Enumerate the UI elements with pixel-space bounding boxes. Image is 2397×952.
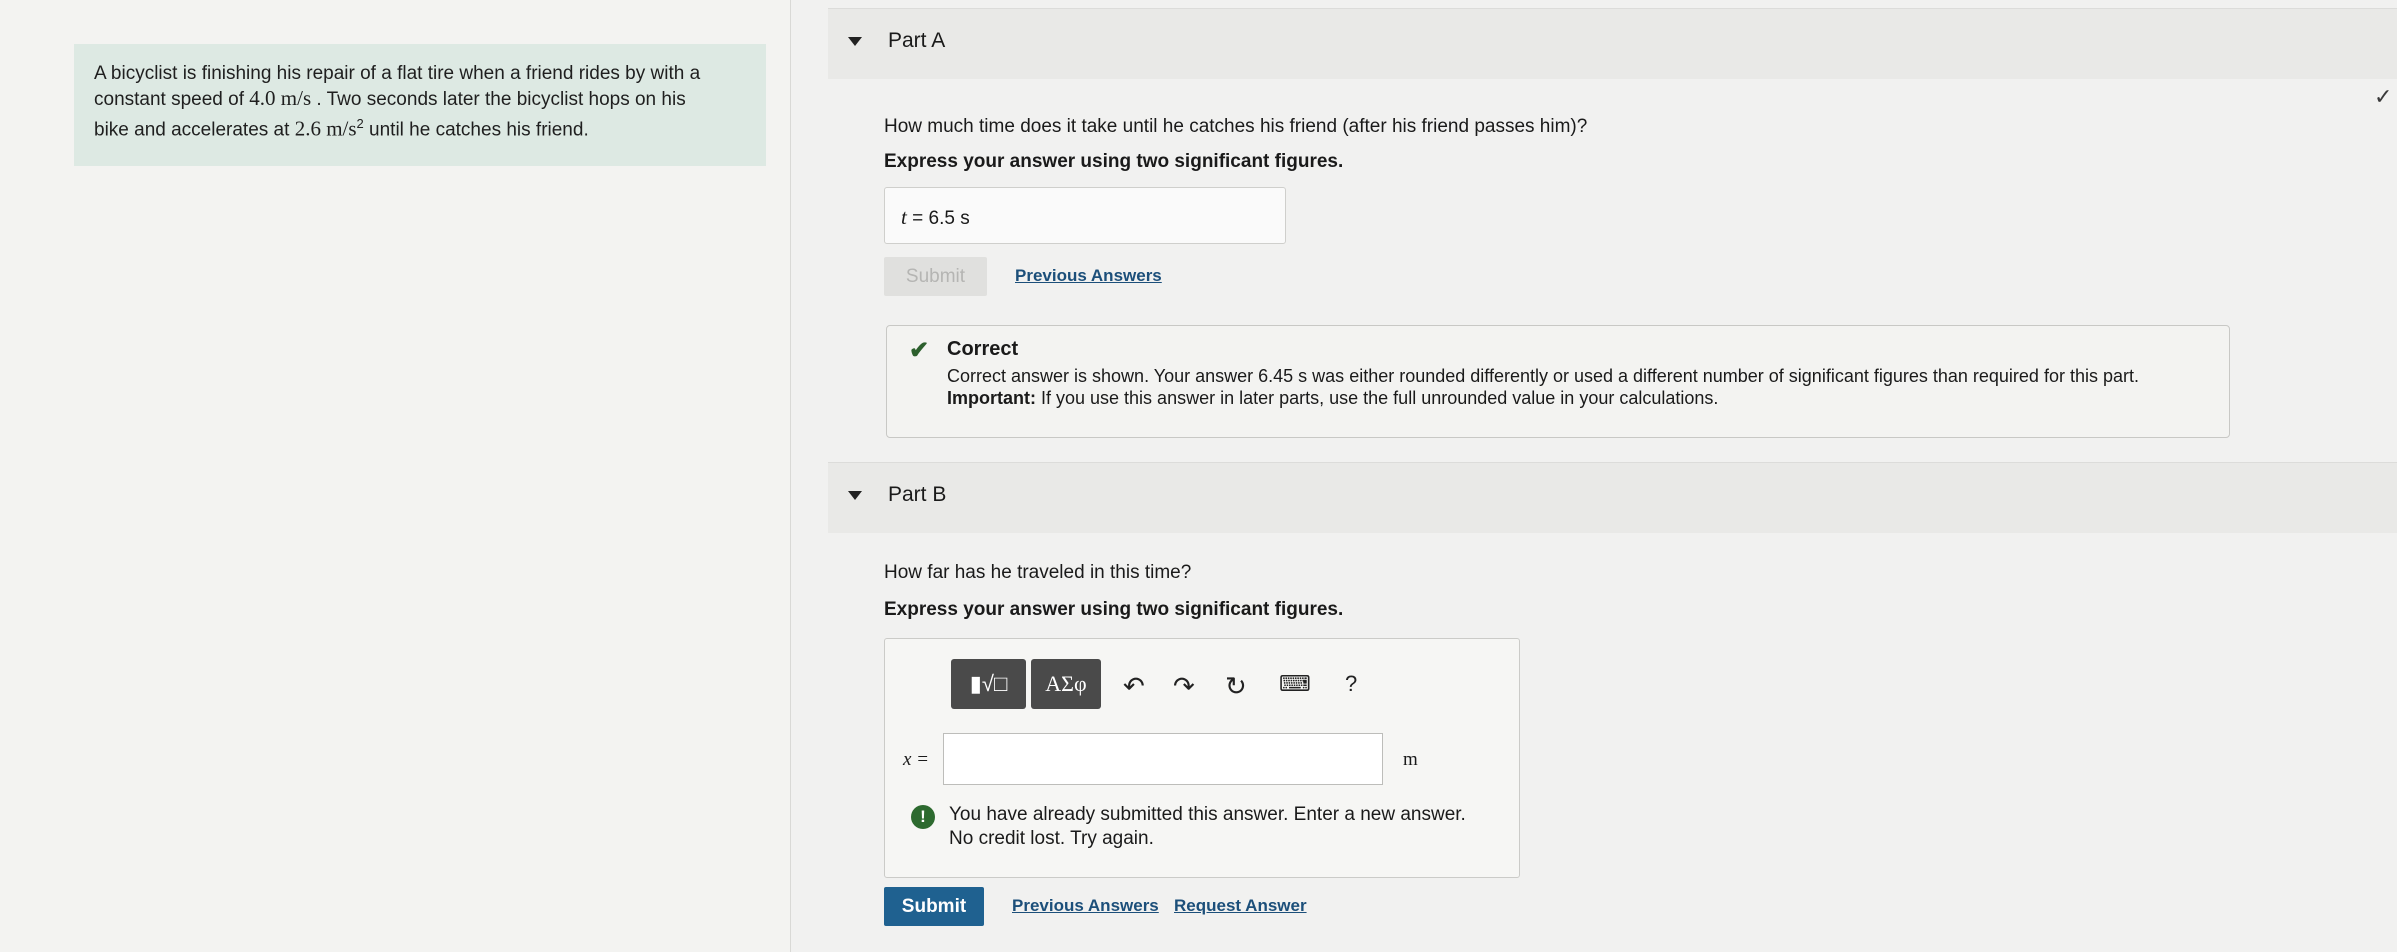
problem-text: bike and accelerates at xyxy=(94,119,295,141)
part-a-header[interactable]: Part A xyxy=(828,8,2397,79)
request-answer-link[interactable]: Request Answer xyxy=(1174,896,1307,916)
unit-label: m xyxy=(1403,749,1418,770)
reset-icon[interactable]: ↻ xyxy=(1225,671,1247,702)
part-a-answer-box: t = 6.5 s xyxy=(884,187,1286,244)
redo-icon[interactable]: ↷ xyxy=(1173,671,1195,702)
acceleration-value: 2.6 m/s xyxy=(294,116,357,141)
checkmark-icon: ✔ xyxy=(909,337,930,364)
warning-message: You have already submitted this answer. … xyxy=(949,803,1466,851)
part-a-instruction: Express your answer using two significan… xyxy=(884,151,1344,172)
input-variable-label: x = xyxy=(903,749,930,770)
part-b-previous-answers-link[interactable]: Previous Answers xyxy=(1012,896,1159,916)
collapse-triangle-icon[interactable] xyxy=(848,491,862,500)
problem-line-2: constant speed of 4.0 m/s . Two seconds … xyxy=(94,86,746,112)
part-a-previous-answers-link[interactable]: Previous Answers xyxy=(1015,266,1162,286)
part-b-submit-button[interactable]: Submit xyxy=(884,887,984,926)
keyboard-icon[interactable]: ⌨ xyxy=(1279,671,1311,697)
correct-feedback-box: ✔ Correct Correct answer is shown. Your … xyxy=(886,325,2230,438)
answer-value: = 6.5 s xyxy=(906,208,970,229)
problem-text: until he catches his friend. xyxy=(363,119,589,141)
important-label: Important: xyxy=(947,388,1036,408)
collapse-triangle-icon[interactable] xyxy=(848,37,862,46)
answer-entry-panel: ▮√□ ΑΣφ ↶ ↷ ↻ ⌨ ? x = m ! You have alrea… xyxy=(884,638,1520,878)
undo-icon[interactable]: ↶ xyxy=(1123,671,1145,702)
speed-value: 4.0 m/s xyxy=(249,86,312,110)
warning-line-1: You have already submitted this answer. … xyxy=(949,804,1466,825)
warning-line-2: No credit lost. Try again. xyxy=(949,828,1154,849)
feedback-title: Correct xyxy=(947,338,1019,360)
part-b-title: Part B xyxy=(888,483,947,506)
feedback-important: Important: If you use this answer in lat… xyxy=(947,388,1718,409)
part-a-question: How much time does it take until he catc… xyxy=(884,116,1588,137)
problem-text: constant speed of xyxy=(94,89,250,110)
alert-icon: ! xyxy=(911,805,935,829)
problem-statement: A bicyclist is finishing his repair of a… xyxy=(74,44,766,166)
completed-check-icon: ✓ xyxy=(2374,84,2393,109)
problem-line-1: A bicyclist is finishing his repair of a… xyxy=(94,63,701,84)
important-text: If you use this answer in later parts, u… xyxy=(1036,388,1719,408)
part-a-title: Part A xyxy=(888,29,946,52)
problem-text: . Two seconds later the bicyclist hops o… xyxy=(311,89,686,110)
symbols-button[interactable]: ΑΣφ xyxy=(1031,659,1101,709)
part-b-question: How far has he traveled in this time? xyxy=(884,562,1192,583)
templates-button[interactable]: ▮√□ xyxy=(951,659,1026,709)
part-b-header[interactable]: Part B xyxy=(828,462,2397,533)
part-a-submit-button[interactable]: Submit xyxy=(884,257,987,296)
problem-line-3: bike and accelerates at 2.6 m/s2 until h… xyxy=(94,112,746,142)
feedback-message: Correct answer is shown. Your answer 6.4… xyxy=(947,366,2139,386)
help-button[interactable]: ? xyxy=(1345,671,1357,697)
distance-input[interactable] xyxy=(943,733,1383,785)
part-b-instruction: Express your answer using two significan… xyxy=(884,599,1344,620)
acceleration-exponent: 2 xyxy=(356,116,364,131)
